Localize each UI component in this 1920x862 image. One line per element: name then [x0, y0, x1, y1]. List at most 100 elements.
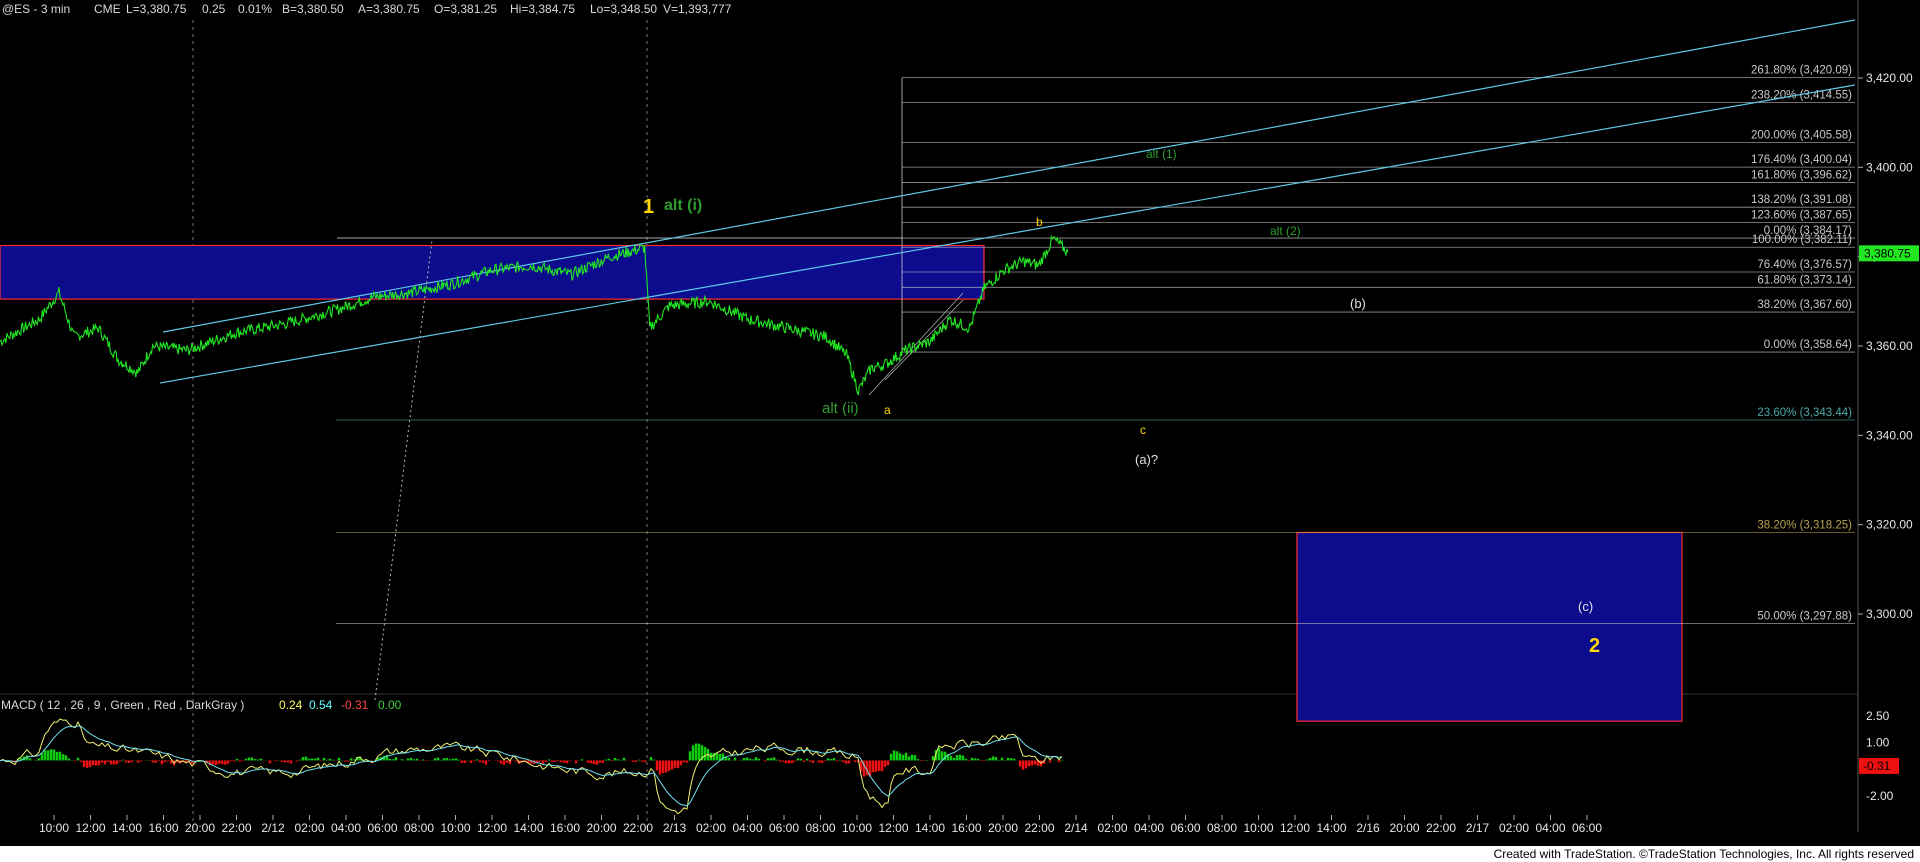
fib-level-label: 161.80% (3,396.62) [1751, 169, 1852, 181]
header-volume: V=1,393,777 [663, 2, 732, 16]
wave-label: b [1036, 215, 1043, 229]
wave-label: alt (i) [664, 197, 702, 214]
header-exchange: CME [94, 2, 121, 16]
channel-lower-line [159, 84, 1856, 384]
header-ask: A=3,380.75 [358, 2, 420, 16]
time-tick-label: 10:00 [440, 821, 470, 835]
wave-label: alt (1) [1146, 147, 1177, 161]
macd-tick-label: -2.00 [1866, 789, 1894, 803]
macd-value-3: -0.31 [341, 698, 369, 712]
channel-upper-line [162, 19, 1856, 333]
time-tick-label: 16:00 [148, 821, 178, 835]
time-tick-label: 2/12 [261, 821, 285, 835]
macd-value-4: 0.00 [378, 698, 402, 712]
time-tick-label: 12:00 [878, 821, 908, 835]
time-tick-label: 10:00 [842, 821, 872, 835]
time-tick-label: 16:00 [550, 821, 580, 835]
header-open: O=3,381.25 [434, 2, 497, 16]
time-tick-label: 2/16 [1356, 821, 1380, 835]
time-tick-label: 02:00 [294, 821, 324, 835]
wave-label: (b) [1350, 296, 1366, 311]
wave-label: a [884, 403, 891, 417]
macd-tick-label: 1.00 [1866, 736, 1890, 750]
wave-label: 2 [1589, 635, 1600, 657]
time-tick-label: 06:00 [769, 821, 799, 835]
footer-text: Created with TradeStation. ©TradeStation… [1493, 847, 1914, 861]
wave-label: c [1140, 423, 1146, 437]
fib-level-label: 200.00% (3,405.58) [1751, 129, 1852, 141]
macd-line [0, 718, 1063, 815]
header-change-pct: 0.01% [238, 2, 272, 16]
price-tick-label: 3,340.00 [1866, 428, 1913, 442]
fib-level-label: 38.20% (3,367.60) [1757, 299, 1852, 311]
macd-label: MACD ( 12 , 26 , 9 , Green , Red , DarkG… [1, 698, 244, 712]
macd-value-2: 0.54 [309, 698, 333, 712]
time-tick-label: 02:00 [1097, 821, 1127, 835]
price-chart: @ES - 3 min CME L=3,380.75 0.25 0.01% B=… [0, 0, 1919, 835]
macd-header: MACD ( 12 , 26 , 9 , Green , Red , DarkG… [1, 698, 402, 712]
time-tick-label: 22:00 [1024, 821, 1054, 835]
time-tick-label: 04:00 [331, 821, 361, 835]
wave-label: (a)? [1135, 452, 1158, 467]
zones-layer [0, 244, 1683, 722]
wave-label: alt (2) [1270, 224, 1301, 238]
wedge-line-1 [868, 292, 964, 396]
fib-level-label: 123.60% (3,387.65) [1751, 209, 1852, 221]
time-tick-label: 14:00 [1316, 821, 1346, 835]
header-bid: B=3,380.50 [282, 2, 344, 16]
price-tick-label: 3,320.00 [1866, 518, 1913, 532]
wave-label: (c) [1578, 599, 1593, 614]
fib-level-label: 76.40% (3,376.57) [1757, 259, 1852, 271]
fib-level-label: 0.00% (3,384.17) [1764, 225, 1852, 237]
time-tick-label: 14:00 [915, 821, 945, 835]
time-tick-label: 22:00 [1426, 821, 1456, 835]
projection-dotted-line [374, 239, 433, 701]
fib-level-label: 238.20% (3,414.55) [1751, 89, 1852, 101]
header-low: Lo=3,348.50 [590, 2, 657, 16]
fib-level-label: 61.80% (3,373.14) [1757, 274, 1852, 286]
time-tick-label: 02:00 [696, 821, 726, 835]
fib-level-label: 0.00% (3,358.64) [1764, 339, 1852, 351]
time-tick-label: 08:00 [404, 821, 434, 835]
fib-level-label: 176.40% (3,400.04) [1751, 154, 1852, 166]
time-tick-label: 06:00 [1572, 821, 1602, 835]
price-tick-label: 3,420.00 [1866, 71, 1913, 85]
fib-level-label: 261.80% (3,420.09) [1751, 65, 1852, 77]
time-tick-label: 2/14 [1064, 821, 1088, 835]
target-zone [1296, 531, 1683, 722]
time-tick-label: 06:00 [1170, 821, 1200, 835]
time-tick-label: 04:00 [732, 821, 762, 835]
resistance-zone [0, 244, 985, 300]
time-tick-label: 22:00 [623, 821, 653, 835]
time-tick-label: 10:00 [39, 821, 69, 835]
macd-value-1: 0.24 [279, 698, 303, 712]
time-tick-label: 08:00 [805, 821, 835, 835]
time-tick-label: 20:00 [1389, 821, 1419, 835]
current-price-label: 3,380.75 [1864, 246, 1911, 260]
fib-level-label: 50.00% (3,297.88) [1757, 610, 1852, 622]
time-tick-label: 06:00 [367, 821, 397, 835]
time-tick-label: 02:00 [1499, 821, 1529, 835]
footer: Created with TradeStation. ©TradeStation… [0, 846, 1920, 862]
price-tick-label: 3,360.00 [1866, 339, 1913, 353]
time-tick-label: 14:00 [513, 821, 543, 835]
time-tick-label: 10:00 [1243, 821, 1273, 835]
price-tick-label: 3,300.00 [1866, 607, 1913, 621]
header-last: L=3,380.75 [126, 2, 187, 16]
time-tick-label: 12:00 [1280, 821, 1310, 835]
time-tick-label: 04:00 [1134, 821, 1164, 835]
time-tick-label: 20:00 [988, 821, 1018, 835]
fib-level-label: 138.20% (3,391.08) [1751, 194, 1852, 206]
price-tick-label: 3,400.00 [1866, 160, 1913, 174]
fib-level-label: 38.20% (3,318.25) [1757, 519, 1852, 531]
fib-level-label: 23.60% (3,343.44) [1757, 407, 1852, 419]
time-tick-label: 12:00 [75, 821, 105, 835]
time-tick-label: 04:00 [1535, 821, 1565, 835]
macd-current-label: -0.31 [1863, 759, 1891, 773]
macd-tick-label: 2.50 [1866, 709, 1890, 723]
time-tick-label: 12:00 [477, 821, 507, 835]
time-tick-label: 2/13 [663, 821, 687, 835]
time-tick-label: 20:00 [185, 821, 215, 835]
quote-header: @ES - 3 min CME L=3,380.75 0.25 0.01% B=… [2, 2, 732, 16]
macd-layer [0, 718, 1064, 815]
